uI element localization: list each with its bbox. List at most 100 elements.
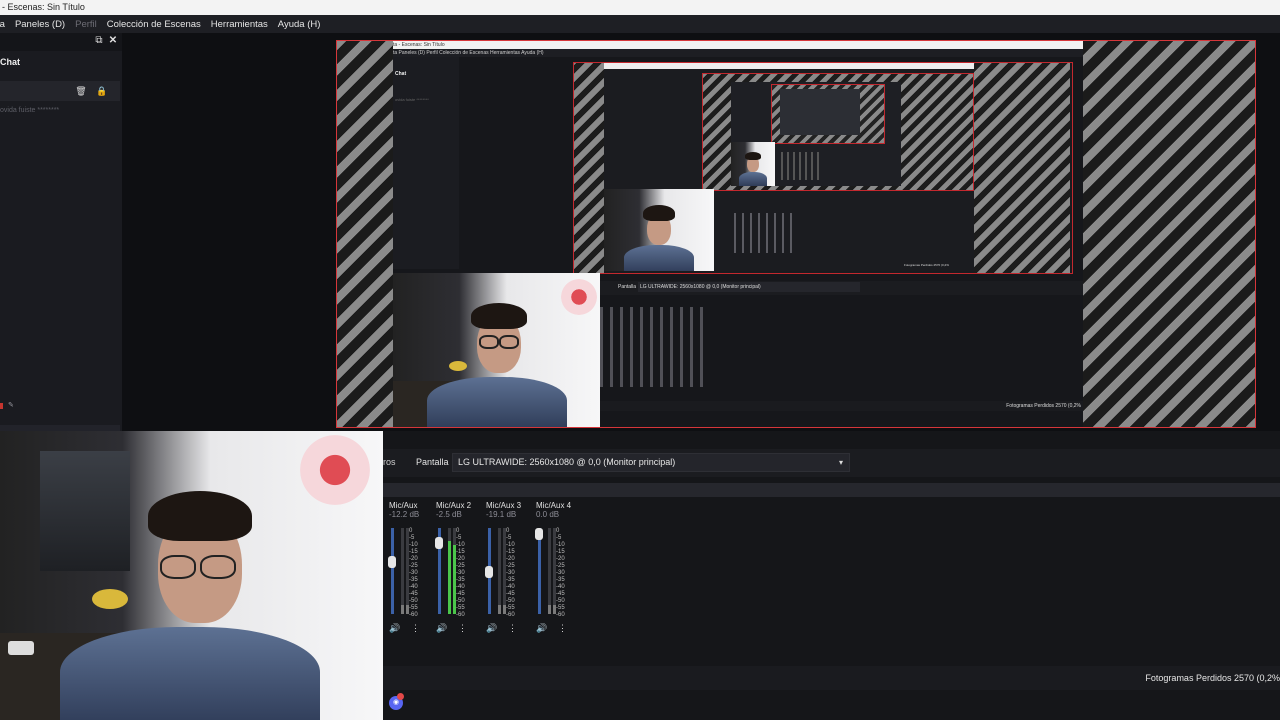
- chat-toolbar: 🗑 🔒: [0, 81, 120, 101]
- meter-fill: [401, 605, 404, 614]
- nested-right-stripes: [974, 63, 1070, 273]
- scale-tick: -45: [456, 591, 465, 597]
- deep-webcam-jacket: [739, 172, 767, 186]
- channel-controls: 🔊 ⋮: [536, 622, 576, 636]
- meter-track: [548, 528, 551, 614]
- meter-fill: [498, 605, 501, 614]
- volume-fader[interactable]: [535, 528, 543, 614]
- captured-source-select: LG ULTRAWIDE: 2560x1080 @ 0,0 (Monitor p…: [638, 282, 860, 292]
- chat-dock: ⧉ ✕ Chat 🗑 🔒 ovida fuiste ******** ✎: [0, 33, 123, 431]
- volume-fader[interactable]: [388, 528, 396, 614]
- volume-fader[interactable]: [435, 528, 443, 614]
- captured-chat-dock: Chat ovida fuiste ********: [393, 57, 459, 269]
- scale-tick: 0: [506, 528, 510, 534]
- deep-screen-2: [780, 89, 860, 135]
- muted-speaker-icon[interactable]: 🔊: [389, 622, 401, 634]
- fader-handle[interactable]: [485, 566, 493, 578]
- channel-controls: 🔊 ⋮: [486, 622, 526, 636]
- captured-menubar: ta Paneles (D) Perfil Colección de Escen…: [393, 49, 1083, 57]
- meter-track: [401, 528, 404, 614]
- mixer-channel-name: Mic/Aux 3: [486, 501, 522, 510]
- scale-tick: -25: [409, 563, 418, 569]
- nested-mixer: [734, 213, 794, 253]
- menu-item-paneles[interactable]: Paneles (D): [10, 19, 70, 30]
- scale-tick: -25: [556, 563, 565, 569]
- menu-item-ayuda[interactable]: Ayuda (H): [273, 19, 326, 30]
- scale-tick: -60: [409, 612, 418, 618]
- captured-chat-message: ovida fuiste ********: [395, 97, 429, 102]
- webcam-sticker: [300, 435, 370, 505]
- menu-item-file-fragment[interactable]: ta: [0, 19, 10, 30]
- scale-tick: -40: [556, 584, 565, 590]
- pencil-icon[interactable]: ✎: [8, 401, 14, 409]
- scale-tick: -50: [456, 598, 465, 604]
- scale-tick: -15: [506, 549, 515, 555]
- menu-item-herramientas[interactable]: Herramientas: [206, 19, 273, 30]
- nested-status: Fotogramas Perdidos 2570 (0,2%: [904, 263, 949, 267]
- bottom-panel: ros Pantalla LG ULTRAWIDE: 2560x1080 @ 0…: [383, 431, 1280, 720]
- mixer-channel-db: -2.5 dB: [436, 510, 462, 519]
- fader-handle[interactable]: [435, 537, 443, 549]
- scale-tick: -55: [456, 605, 465, 611]
- menu-item-coleccion-escenas[interactable]: Colección de Escenas: [102, 19, 206, 30]
- scale-tick: -15: [409, 549, 418, 555]
- more-options-icon[interactable]: ⋮: [458, 622, 467, 634]
- captured-webcam: [393, 273, 600, 427]
- menu-item-perfil[interactable]: Perfil: [70, 19, 102, 30]
- more-options-icon[interactable]: ⋮: [508, 622, 517, 634]
- scale-tick: -5: [409, 535, 415, 541]
- muted-speaker-icon[interactable]: 🔊: [486, 622, 498, 634]
- scale-tick: -60: [456, 612, 465, 618]
- scale-tick: -30: [506, 570, 515, 576]
- chat-title: Chat: [0, 57, 20, 67]
- meter-fill: [448, 541, 451, 614]
- deep-screen: [731, 82, 901, 186]
- scale-tick: -20: [556, 556, 565, 562]
- speaker-icon[interactable]: 🔊: [436, 622, 448, 634]
- scale-tick: -35: [456, 577, 465, 583]
- display-select[interactable]: LG ULTRAWIDE: 2560x1080 @ 0,0 (Monitor p…: [452, 453, 850, 472]
- meter-scale: 0 -5 -10 -15 -20 -25 -30 -35 -40 -45 -50 -55 -60: [556, 528, 568, 618]
- captured-webcam-glasses-left: [479, 335, 499, 349]
- more-options-icon[interactable]: ⋮: [558, 622, 567, 634]
- mixer-channel-name: Mic/Aux 4: [536, 501, 572, 510]
- fader-handle[interactable]: [535, 528, 543, 540]
- trash-icon[interactable]: 🗑: [75, 85, 87, 97]
- mixer-channel: Mic/Aux -12.2 dB 0 -5 -10 -15 -20 -25 -30 -35 -40-…: [388, 501, 429, 633]
- captured-webcam-hair: [471, 303, 527, 329]
- scale-tick: -25: [456, 563, 465, 569]
- scale-tick: -40: [506, 584, 515, 590]
- lock-icon[interactable]: 🔒: [96, 85, 108, 97]
- deep-webcam: [731, 142, 775, 186]
- scale-tick: -5: [556, 535, 562, 541]
- fader-handle[interactable]: [388, 556, 396, 568]
- mixer-channel: Mic/Aux 3 -19.1 dB 0 -5 -10 -15 -20 -25 -30 -35 -4…: [485, 501, 526, 633]
- webcam-pillow: [92, 589, 128, 609]
- scale-tick: -45: [506, 591, 515, 597]
- status-bar: Fotogramas Perdidos 2570 (0,2%: [383, 666, 1280, 690]
- chat-input-area[interactable]: ✎: [0, 401, 120, 415]
- mixer-channel-db: -12.2 dB: [389, 510, 420, 519]
- captured-status-text: Fotogramas Perdidos 2570 (0,2%: [1006, 403, 1081, 409]
- float-dock-icon[interactable]: ⧉: [93, 35, 105, 47]
- volume-fader[interactable]: [485, 528, 493, 614]
- captured-pantalla-label: Pantalla: [618, 284, 637, 290]
- notification-badge: [397, 693, 404, 700]
- nested-deep-preview: [702, 73, 974, 191]
- muted-speaker-icon[interactable]: 🔊: [536, 622, 548, 634]
- more-options-icon[interactable]: ⋮: [411, 622, 420, 634]
- program-preview[interactable]: ta - Escenas: Sin Título ta Paneles (D) …: [336, 40, 1256, 428]
- webcam-person-jacket: [60, 627, 320, 720]
- meter-scale: 0 -5 -10 -15 -20 -25 -30 -35 -40 -45 -50 -55 -60: [506, 528, 518, 618]
- meter-track: [498, 528, 501, 614]
- display-select-value: LG ULTRAWIDE: 2560x1080 @ 0,0 (Monitor p…: [458, 457, 676, 467]
- captured-webcam-sticker: [561, 279, 597, 315]
- filters-button-fragment[interactable]: ros: [383, 457, 396, 467]
- webcam-glasses-left: [160, 555, 196, 579]
- nested-titlebar: [604, 63, 974, 69]
- scale-tick: -55: [409, 605, 418, 611]
- window-title: ta - Escenas: Sin Título: [0, 2, 85, 12]
- mixer-channel-db: -19.1 dB: [486, 510, 517, 519]
- captured-webcam-glasses-right: [499, 335, 519, 349]
- close-dock-icon[interactable]: ✕: [107, 35, 119, 47]
